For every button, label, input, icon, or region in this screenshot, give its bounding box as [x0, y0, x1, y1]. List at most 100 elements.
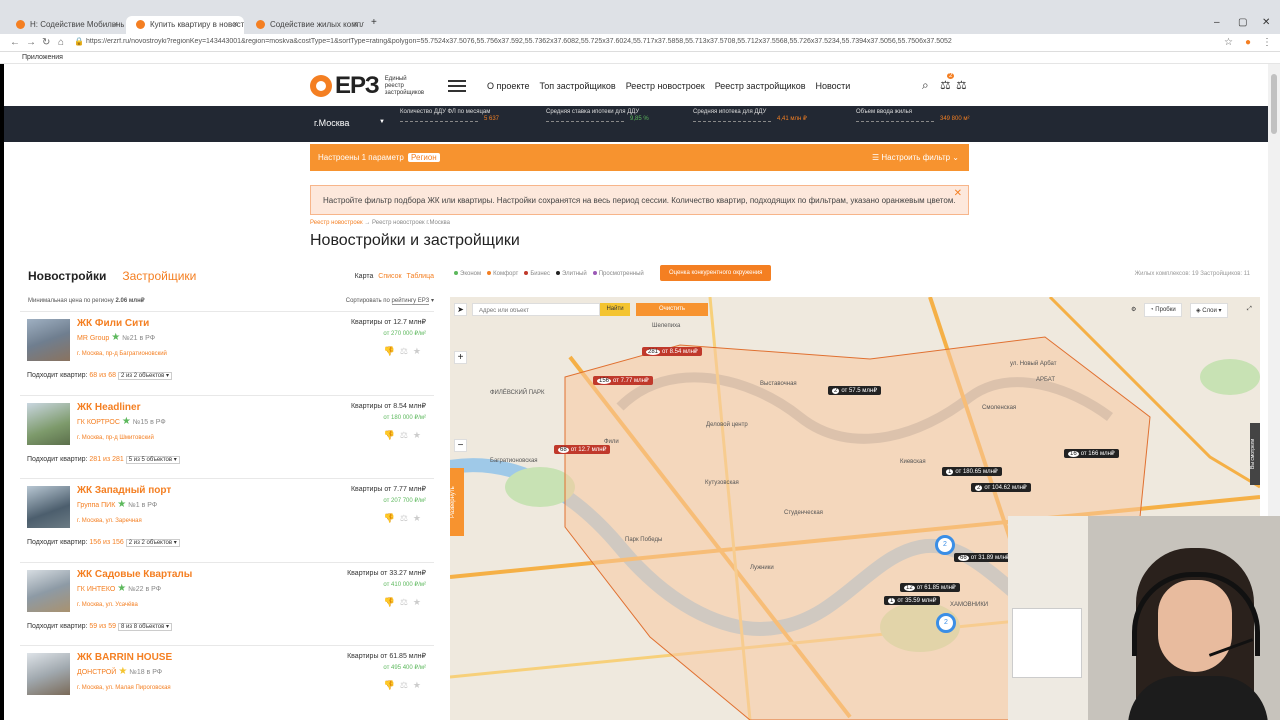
breadcrumb-link[interactable]: Реестр новостроек: [310, 220, 363, 226]
building-thumbnail[interactable]: [27, 402, 70, 445]
dislike-icon[interactable]: 👎: [384, 680, 400, 690]
list-item[interactable]: ЖК Фили Сити MR Group ★ №21 в РФ г. Москва…: [20, 312, 434, 396]
maximize-icon[interactable]: ▢: [1238, 17, 1247, 28]
menu-dots-icon[interactable]: ⋮: [1262, 37, 1272, 48]
map-marker[interactable]: 2 от 57.5 млн₽: [828, 386, 882, 395]
back-icon[interactable]: ←: [10, 37, 20, 48]
building-name[interactable]: ЖК Садовые Кварталы: [77, 569, 192, 580]
zoom-in-button[interactable]: +: [454, 351, 467, 364]
view-map[interactable]: Карта: [355, 273, 374, 280]
map-marker[interactable]: 156 от 7.77 млн₽: [593, 376, 653, 385]
list-item[interactable]: ЖК Headliner ГК КОРТРОС ★ №15 в РФ г. Моск…: [20, 396, 434, 479]
nav-news[interactable]: Новости: [815, 81, 850, 91]
list-item[interactable]: ЖК BARRIN HOUSE ДОНСТРОЙ ★ №18 в РФ г. Мос…: [20, 646, 434, 720]
map-marker[interactable]: 16 от 166 млн₽: [1064, 449, 1119, 458]
chevron-down-icon[interactable]: ▼: [379, 119, 385, 125]
close-icon[interactable]: ×: [353, 19, 358, 29]
developer-name[interactable]: MR Group: [77, 335, 109, 342]
map-marker[interactable]: 68 от 12.7 млн₽: [554, 445, 611, 454]
favorite-star-icon[interactable]: ★: [413, 597, 426, 607]
home-icon[interactable]: ⌂: [58, 37, 64, 48]
favorite-star-icon[interactable]: ★: [413, 346, 426, 356]
building-address[interactable]: г. Москва, ул. Малая Пироговская: [77, 685, 171, 691]
building-thumbnail[interactable]: [27, 569, 70, 612]
site-logo[interactable]: ЕРЗ Единый реестр застройщиков: [310, 72, 427, 100]
tab-developers[interactable]: Застройщики: [122, 269, 196, 283]
locate-icon[interactable]: ➤: [454, 303, 467, 316]
map-cluster[interactable]: 2: [936, 613, 956, 633]
apps-link[interactable]: Приложения: [22, 54, 63, 61]
favorite-star-icon[interactable]: ★: [413, 513, 426, 523]
dislike-icon[interactable]: 👎: [384, 513, 400, 523]
objects-select[interactable]: 8 из 8 объектов ▾: [117, 622, 172, 631]
objects-select[interactable]: 2 из 2 объектов ▾: [117, 372, 172, 380]
compare-icon[interactable]: ⚖: [940, 78, 951, 92]
map-marker[interactable]: 1 от 35.59 млн₽: [884, 596, 941, 605]
compare-icon[interactable]: ⚖: [400, 513, 413, 523]
compare-icon[interactable]: ⚖: [400, 680, 413, 690]
map-marker[interactable]: 281 от 8.54 млн₽: [642, 347, 702, 356]
tab-new-buildings[interactable]: Новостройки: [28, 269, 106, 283]
building-address[interactable]: г. Москва, ул. Усачёва: [77, 602, 138, 608]
favorites-icon[interactable]: ⚖: [956, 78, 967, 92]
objects-select[interactable]: 2 из 2 объектов ▾: [125, 539, 180, 547]
traffic-button[interactable]: ◔ Пробки: [1144, 303, 1182, 317]
legend-item[interactable]: Элитный: [556, 271, 587, 277]
map-marker[interactable]: 66 от 31.89 млн₽: [954, 553, 1014, 562]
dislike-icon[interactable]: 👎: [384, 430, 400, 440]
map-marker[interactable]: 1 от 180.65 млн₽: [942, 467, 1002, 476]
developer-name[interactable]: Группа ПИК: [77, 502, 115, 509]
nav-developers-registry[interactable]: Реестр застройщиков: [715, 81, 806, 91]
new-tab-icon[interactable]: +: [371, 17, 377, 28]
list-item[interactable]: ЖК Садовые Кварталы ГК ИНТЕКО ★ №22 в РФ г…: [20, 563, 434, 646]
compare-icon[interactable]: ⚖: [400, 346, 413, 356]
forward-icon[interactable]: →: [26, 37, 36, 48]
fullscreen-icon[interactable]: ⤢: [1242, 303, 1257, 316]
minimize-icon[interactable]: –: [1214, 17, 1220, 28]
building-name[interactable]: ЖК Headliner: [77, 402, 141, 413]
view-table[interactable]: Таблица: [407, 273, 434, 280]
legend-item[interactable]: Просмотренный: [592, 271, 644, 277]
window-close-icon[interactable]: ✕: [1262, 17, 1270, 28]
browser-tab[interactable]: Содействие жилых комплексов...×: [246, 16, 364, 34]
nav-top-developers[interactable]: Топ застройщиков: [539, 81, 615, 91]
bookmark-star-icon[interactable]: ☆: [1224, 37, 1233, 48]
map-search-input[interactable]: [472, 303, 600, 316]
browser-tab[interactable]: Н: Содействие Мобильные ПРОБ...×: [6, 16, 124, 34]
close-icon[interactable]: ×: [233, 19, 238, 29]
url-field[interactable]: https://erzrf.ru/novostroyki?regionKey=1…: [86, 38, 1206, 45]
map-cluster[interactable]: 2: [935, 535, 955, 555]
zoom-out-button[interactable]: −: [454, 439, 467, 452]
layers-button[interactable]: ◈ Слои ▾: [1190, 303, 1228, 318]
map-marker[interactable]: 12 от 61.85 млн₽: [900, 583, 960, 592]
expand-panel-button[interactable]: Развернуть: [450, 468, 464, 536]
list-item[interactable]: ЖК Западный порт Группа ПИК ★ №1 в РФ г. М…: [20, 479, 434, 563]
search-icon[interactable]: ⌕: [922, 78, 929, 93]
legend-item[interactable]: Комфорт: [487, 271, 518, 277]
map-marker[interactable]: 2 от 104.62 млн₽: [971, 483, 1031, 492]
close-icon[interactable]: ×: [113, 19, 118, 29]
legend-item[interactable]: Эконом: [454, 271, 481, 277]
building-address[interactable]: г. Москва, ул. Заречная: [77, 518, 142, 524]
favorite-star-icon[interactable]: ★: [413, 430, 426, 440]
view-list[interactable]: Список: [378, 273, 401, 280]
dislike-icon[interactable]: 👎: [384, 346, 400, 356]
compare-icon[interactable]: ⚖: [400, 430, 413, 440]
developer-name[interactable]: ГК КОРТРОС: [77, 419, 120, 426]
building-thumbnail[interactable]: [27, 319, 70, 361]
map-clear-button[interactable]: Очистить: [636, 303, 708, 316]
building-name[interactable]: ЖК BARRIN HOUSE: [77, 652, 172, 663]
filter-chip-region[interactable]: Регион: [408, 153, 440, 162]
developer-name[interactable]: ДОНСТРОЙ: [77, 669, 116, 676]
close-icon[interactable]: ✕: [954, 188, 962, 199]
developer-name[interactable]: ГК ИНТЕКО: [77, 586, 115, 593]
sort-select[interactable]: рейтингу ЕРЗ: [391, 298, 430, 305]
browser-tab-active[interactable]: Купить квартиру в новостройке...×: [126, 16, 244, 34]
scrollbar-thumb[interactable]: [1271, 74, 1277, 134]
nav-about[interactable]: О проекте: [487, 81, 529, 91]
map-find-button[interactable]: Найти: [600, 303, 630, 316]
legend-item[interactable]: Бизнес: [524, 271, 550, 277]
viewed-sidebar-tab[interactable]: Вы смотрели: [1250, 423, 1260, 485]
objects-select[interactable]: 5 из 5 объектов ▾: [125, 455, 180, 464]
favorite-star-icon[interactable]: ★: [413, 680, 426, 690]
